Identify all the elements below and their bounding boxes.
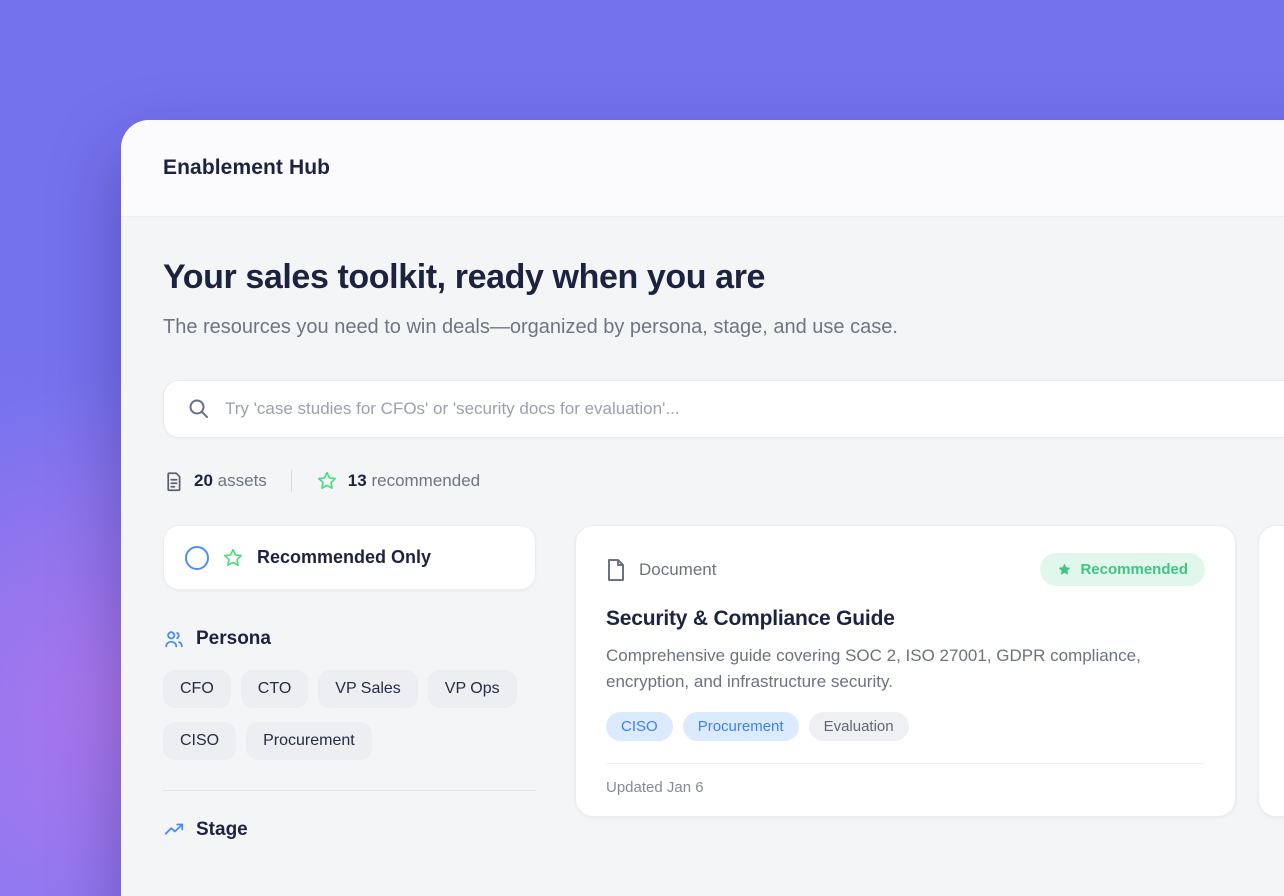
- document-text-icon: [163, 471, 184, 492]
- enablement-hub-window: Enablement Hub Your sales toolkit, ready…: [121, 120, 1284, 896]
- content-area: Recommended Only Persona CFO: [163, 525, 1284, 841]
- page-subtitle: The resources you need to win deals—orga…: [163, 312, 918, 343]
- persona-section-label: Persona: [196, 628, 271, 650]
- recommended-badge: Recommended: [1040, 553, 1205, 586]
- users-icon: [163, 628, 185, 650]
- search-icon: [187, 397, 211, 421]
- window-header: Enablement Hub: [121, 120, 1284, 217]
- persona-chip-ciso[interactable]: CISO: [163, 722, 236, 760]
- persona-section-header: Persona: [163, 628, 536, 650]
- persona-chip-vp-ops[interactable]: VP Ops: [428, 670, 517, 708]
- filters-sidebar: Recommended Only Persona CFO: [163, 525, 536, 841]
- card-description: Comprehensive guide covering SOC 2, ISO …: [606, 643, 1198, 694]
- star-filled-icon: [1057, 562, 1072, 577]
- desktop-background: { "window": { "app_title": "Enablement H…: [0, 0, 1284, 896]
- tag-evaluation: Evaluation: [809, 712, 909, 741]
- card-type-row: Document Recommended: [606, 553, 1205, 586]
- stage-section-header: Stage: [163, 819, 536, 841]
- window-body: Your sales toolkit, ready when you are T…: [121, 217, 1284, 841]
- persona-chips: CFO CTO VP Sales VP Ops CISO Procurement: [163, 670, 536, 760]
- asset-card-clipped[interactable]: [1258, 525, 1284, 817]
- card-type-label: Document: [639, 560, 716, 580]
- trending-up-icon: [163, 819, 185, 841]
- card-tags: CISO Procurement Evaluation: [606, 712, 1205, 741]
- asset-card-security-compliance-guide[interactable]: Document Recommended Security & Complian…: [575, 525, 1236, 817]
- card-type: Document: [606, 558, 716, 582]
- recommended-only-label: Recommended Only: [257, 547, 431, 568]
- tag-ciso: CISO: [606, 712, 673, 741]
- tag-procurement: Procurement: [683, 712, 799, 741]
- recommended-label: recommended: [371, 471, 480, 490]
- persona-chip-cfo[interactable]: CFO: [163, 670, 231, 708]
- persona-chip-cto[interactable]: CTO: [241, 670, 308, 708]
- recommended-only-toggle[interactable]: Recommended Only: [163, 525, 536, 590]
- assets-stat: 20 assets: [163, 471, 267, 492]
- app-title: Enablement Hub: [163, 156, 330, 180]
- page-title: Your sales toolkit, ready when you are: [163, 258, 1284, 297]
- persona-chip-procurement[interactable]: Procurement: [246, 722, 372, 760]
- recommended-badge-label: Recommended: [1080, 561, 1188, 578]
- search-bar[interactable]: [163, 380, 1284, 438]
- star-outline-icon: [222, 547, 244, 569]
- radio-unchecked-icon[interactable]: [185, 546, 209, 570]
- persona-chip-vp-sales[interactable]: VP Sales: [318, 670, 418, 708]
- recommended-stat: 13 recommended: [316, 470, 480, 492]
- file-icon: [606, 558, 626, 582]
- search-input[interactable]: [225, 399, 1205, 419]
- stats-divider: [291, 470, 292, 492]
- stage-section-label: Stage: [196, 819, 248, 841]
- assets-count: 20: [194, 471, 213, 490]
- recommended-count: 13: [348, 471, 367, 490]
- sidebar-divider: [163, 790, 536, 791]
- assets-label: assets: [218, 471, 267, 490]
- card-updated: Updated Jan 6: [606, 763, 1205, 796]
- stats-row: 20 assets 13 recommended: [163, 470, 1284, 492]
- asset-card-grid: Document Recommended Security & Complian…: [575, 525, 1284, 817]
- card-title: Security & Compliance Guide: [606, 607, 1205, 631]
- star-outline-icon: [316, 470, 338, 492]
